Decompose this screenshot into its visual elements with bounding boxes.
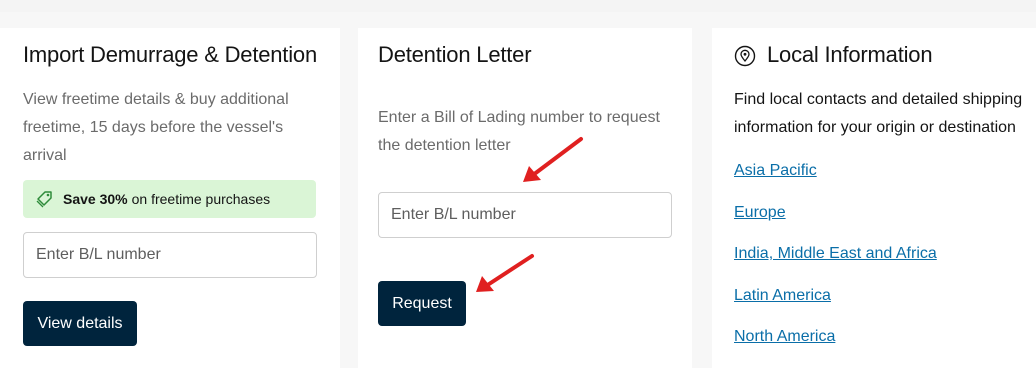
link-asia-pacific[interactable]: Asia Pacific xyxy=(734,162,817,180)
link-europe[interactable]: Europe xyxy=(734,204,786,222)
import-dnd-description: View freetime details & buy additional f… xyxy=(23,91,289,164)
promo-banner: Save 30% on freetime purchases xyxy=(23,180,316,218)
link-india-middle-east-africa[interactable]: India, Middle East and Africa xyxy=(734,245,937,263)
detention-bl-input[interactable] xyxy=(378,192,672,238)
annotation-arrow-button xyxy=(476,254,534,292)
tag-icon xyxy=(36,191,52,208)
detention-letter-card: Detention Letter Enter a Bill of Lading … xyxy=(358,28,692,368)
promo-highlight: Save 30% xyxy=(63,191,128,207)
view-details-button[interactable]: View details xyxy=(23,301,137,346)
request-button[interactable]: Request xyxy=(378,281,466,326)
import-dnd-title: Import Demurrage & Detention xyxy=(23,42,317,67)
import-dnd-card: Import Demurrage & Detention View freeti… xyxy=(0,28,340,368)
local-information-title: Local Information xyxy=(767,42,933,67)
location-pin-icon xyxy=(734,45,756,67)
local-information-description: Find local contacts and detailed shippin… xyxy=(734,91,1023,136)
link-north-america[interactable]: North America xyxy=(734,328,835,346)
annotation-arrow-input xyxy=(523,137,583,182)
detention-letter-title: Detention Letter xyxy=(378,42,532,67)
local-information-card: Local Information Find local contacts an… xyxy=(712,28,1036,368)
import-bl-input[interactable] xyxy=(23,232,317,278)
link-latin-america[interactable]: Latin America xyxy=(734,287,831,305)
promo-text: on freetime purchases xyxy=(131,191,271,207)
top-band xyxy=(0,0,1036,12)
